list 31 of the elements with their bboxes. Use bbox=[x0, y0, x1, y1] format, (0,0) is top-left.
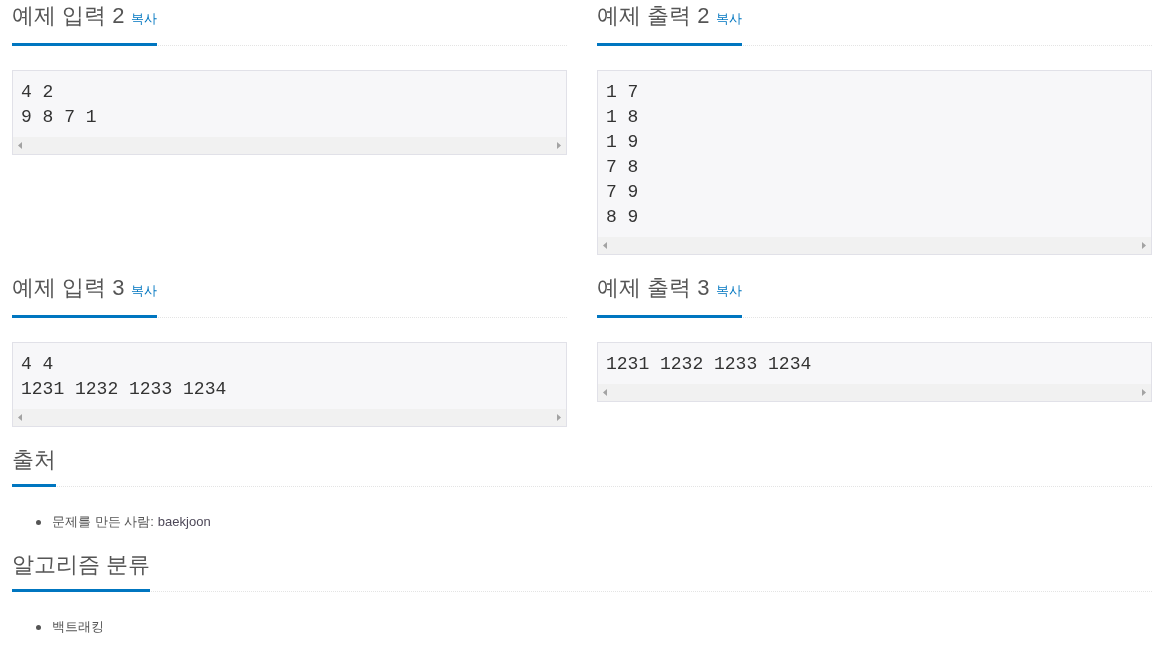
horizontal-scrollbar[interactable] bbox=[13, 409, 566, 426]
section-title: 알고리즘 분류 bbox=[12, 551, 151, 579]
section-title: 예제 입력 3 bbox=[12, 274, 125, 302]
sample-data-text: 4 2 9 8 7 1 bbox=[21, 81, 97, 129]
copy-link[interactable]: 복사 bbox=[131, 3, 158, 35]
scroll-left-arrow-icon[interactable] bbox=[18, 142, 22, 149]
copy-link[interactable]: 복사 bbox=[716, 275, 743, 307]
sample-data-text: 4 4 1231 1232 1233 1234 bbox=[21, 353, 227, 401]
section-title: 예제 출력 2 bbox=[597, 2, 710, 30]
scroll-left-arrow-icon[interactable] bbox=[603, 242, 607, 249]
section-title: 출처 bbox=[12, 446, 56, 474]
scroll-left-arrow-icon[interactable] bbox=[18, 414, 22, 421]
algorithm-tag-link[interactable]: 백트래킹 bbox=[52, 617, 104, 637]
scroll-right-arrow-icon[interactable] bbox=[557, 414, 561, 421]
horizontal-scrollbar[interactable] bbox=[598, 237, 1151, 254]
section-title: 예제 입력 2 bbox=[12, 2, 125, 30]
scroll-right-arrow-icon[interactable] bbox=[1142, 389, 1146, 396]
author-link[interactable]: baekjoon bbox=[157, 512, 211, 532]
scroll-right-arrow-icon[interactable] bbox=[1142, 242, 1146, 249]
horizontal-scrollbar[interactable] bbox=[13, 137, 566, 154]
sample-data-text: 1231 1232 1233 1234 bbox=[606, 353, 812, 376]
bullet-icon bbox=[36, 519, 41, 525]
source-label: 문제를 만든 사람: bbox=[52, 513, 154, 531]
horizontal-scrollbar[interactable] bbox=[598, 384, 1151, 401]
section-title: 예제 출력 3 bbox=[597, 274, 710, 302]
bullet-icon bbox=[36, 624, 41, 630]
scroll-left-arrow-icon[interactable] bbox=[603, 389, 607, 396]
sample-data-text: 1 7 1 8 1 9 7 8 7 9 8 9 bbox=[606, 81, 639, 229]
copy-link[interactable]: 복사 bbox=[716, 3, 743, 35]
scroll-right-arrow-icon[interactable] bbox=[557, 142, 561, 149]
copy-link[interactable]: 복사 bbox=[131, 275, 158, 307]
